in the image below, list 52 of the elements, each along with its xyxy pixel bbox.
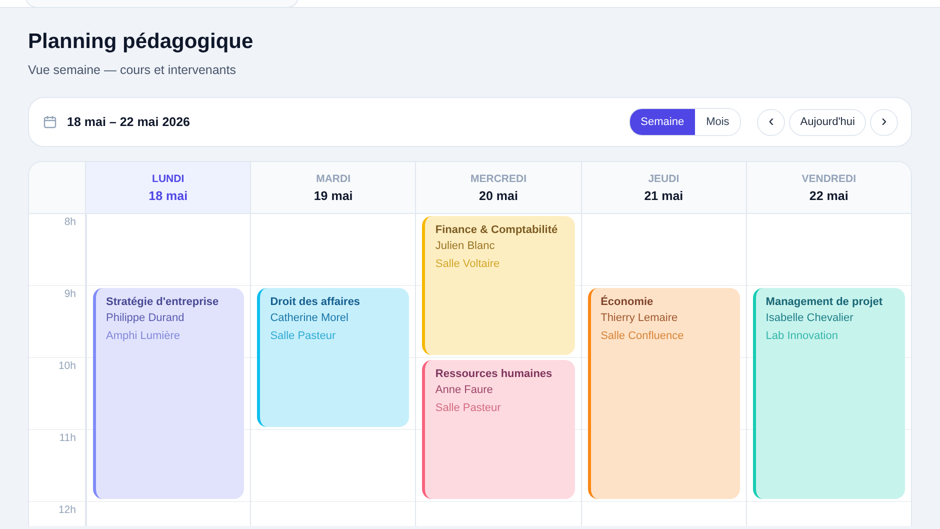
room-name: Salle Pasteur (435, 402, 502, 414)
hour-label: 11h (59, 432, 76, 446)
teacher-name: Isabelle Chevalier (766, 312, 854, 324)
previous-button[interactable]: ‹ (757, 108, 786, 136)
day-header[interactable]: VENDREDI 22 mai (746, 162, 911, 214)
course-title: Finance & Comptabilité (435, 224, 559, 236)
teacher-name: Catherine Morel (270, 312, 350, 324)
teacher-name: Philippe Durand (106, 312, 186, 324)
course-card[interactable]: Droit des affaires Catherine Morel Salle Pasteur (257, 288, 410, 427)
view-tab[interactable]: Semaine (630, 109, 696, 135)
weekday-label: VENDREDI (802, 172, 856, 184)
course-title: Management de projet (766, 296, 884, 308)
course-card[interactable]: Économie Thierry Lemaire Salle Confluence (588, 288, 740, 499)
page-subtitle: Vue semaine — cours et intervenants (28, 63, 236, 77)
hour-label: 9h (64, 288, 76, 302)
hour-label: 10h (58, 360, 76, 374)
hour-label: 12h (58, 504, 76, 518)
date-label: 18 mai (148, 188, 188, 202)
weekday-label: JEUDI (648, 172, 680, 184)
room-name: Salle Pasteur (270, 330, 337, 342)
room-name: Salle Confluence (600, 330, 685, 342)
weekday-label: LUNDI (152, 172, 184, 184)
next-button[interactable]: › (870, 108, 898, 136)
calendar-icon (43, 115, 57, 129)
course-card[interactable]: Ressources humaines Anne Faure Salle Pasteur (422, 360, 575, 499)
room-name: Amphi Lumière (106, 330, 181, 342)
date-label: 20 mai (479, 188, 518, 202)
teacher-name: Julien Blanc (435, 240, 496, 252)
weekday-label: MARDI (316, 172, 350, 184)
hour-label: 8h (64, 216, 76, 230)
page-title: Planning pédagogique (28, 30, 254, 54)
weekday-label: MERCREDI (470, 172, 526, 184)
course-card[interactable]: Stratégie d'entreprise Philippe Durand Amphi Lumière (93, 288, 244, 499)
day-header[interactable]: MERCREDI 20 mai (415, 162, 581, 214)
course-title: Économie (600, 296, 654, 308)
teacher-name: Thierry Lemaire (600, 312, 679, 324)
date-label: 19 mai (314, 188, 353, 202)
date-range: 18 mai – 22 mai 2026 (67, 115, 192, 129)
today-button[interactable]: Aujourd'hui (789, 108, 866, 136)
teacher-name: Anne Faure (435, 384, 494, 396)
day-header[interactable]: MARDI 19 mai (250, 162, 416, 214)
course-card[interactable]: Management de projet Isabelle Chevalier Lab Innovation (752, 288, 905, 499)
date-label: 22 mai (809, 188, 848, 202)
date-label: 21 mai (644, 188, 684, 202)
course-title: Stratégie d'entreprise (106, 296, 220, 308)
day-header[interactable]: JEUDI 21 mai (580, 162, 746, 214)
course-title: Ressources humaines (435, 368, 554, 380)
room-name: Salle Voltaire (435, 258, 501, 270)
course-title: Droit des affaires (270, 296, 362, 308)
room-name: Lab Innovation (766, 330, 839, 342)
day-header[interactable]: LUNDI 18 mai (85, 162, 250, 214)
course-card[interactable]: Finance & Comptabilité Julien Blanc Salle Voltaire (422, 216, 575, 355)
